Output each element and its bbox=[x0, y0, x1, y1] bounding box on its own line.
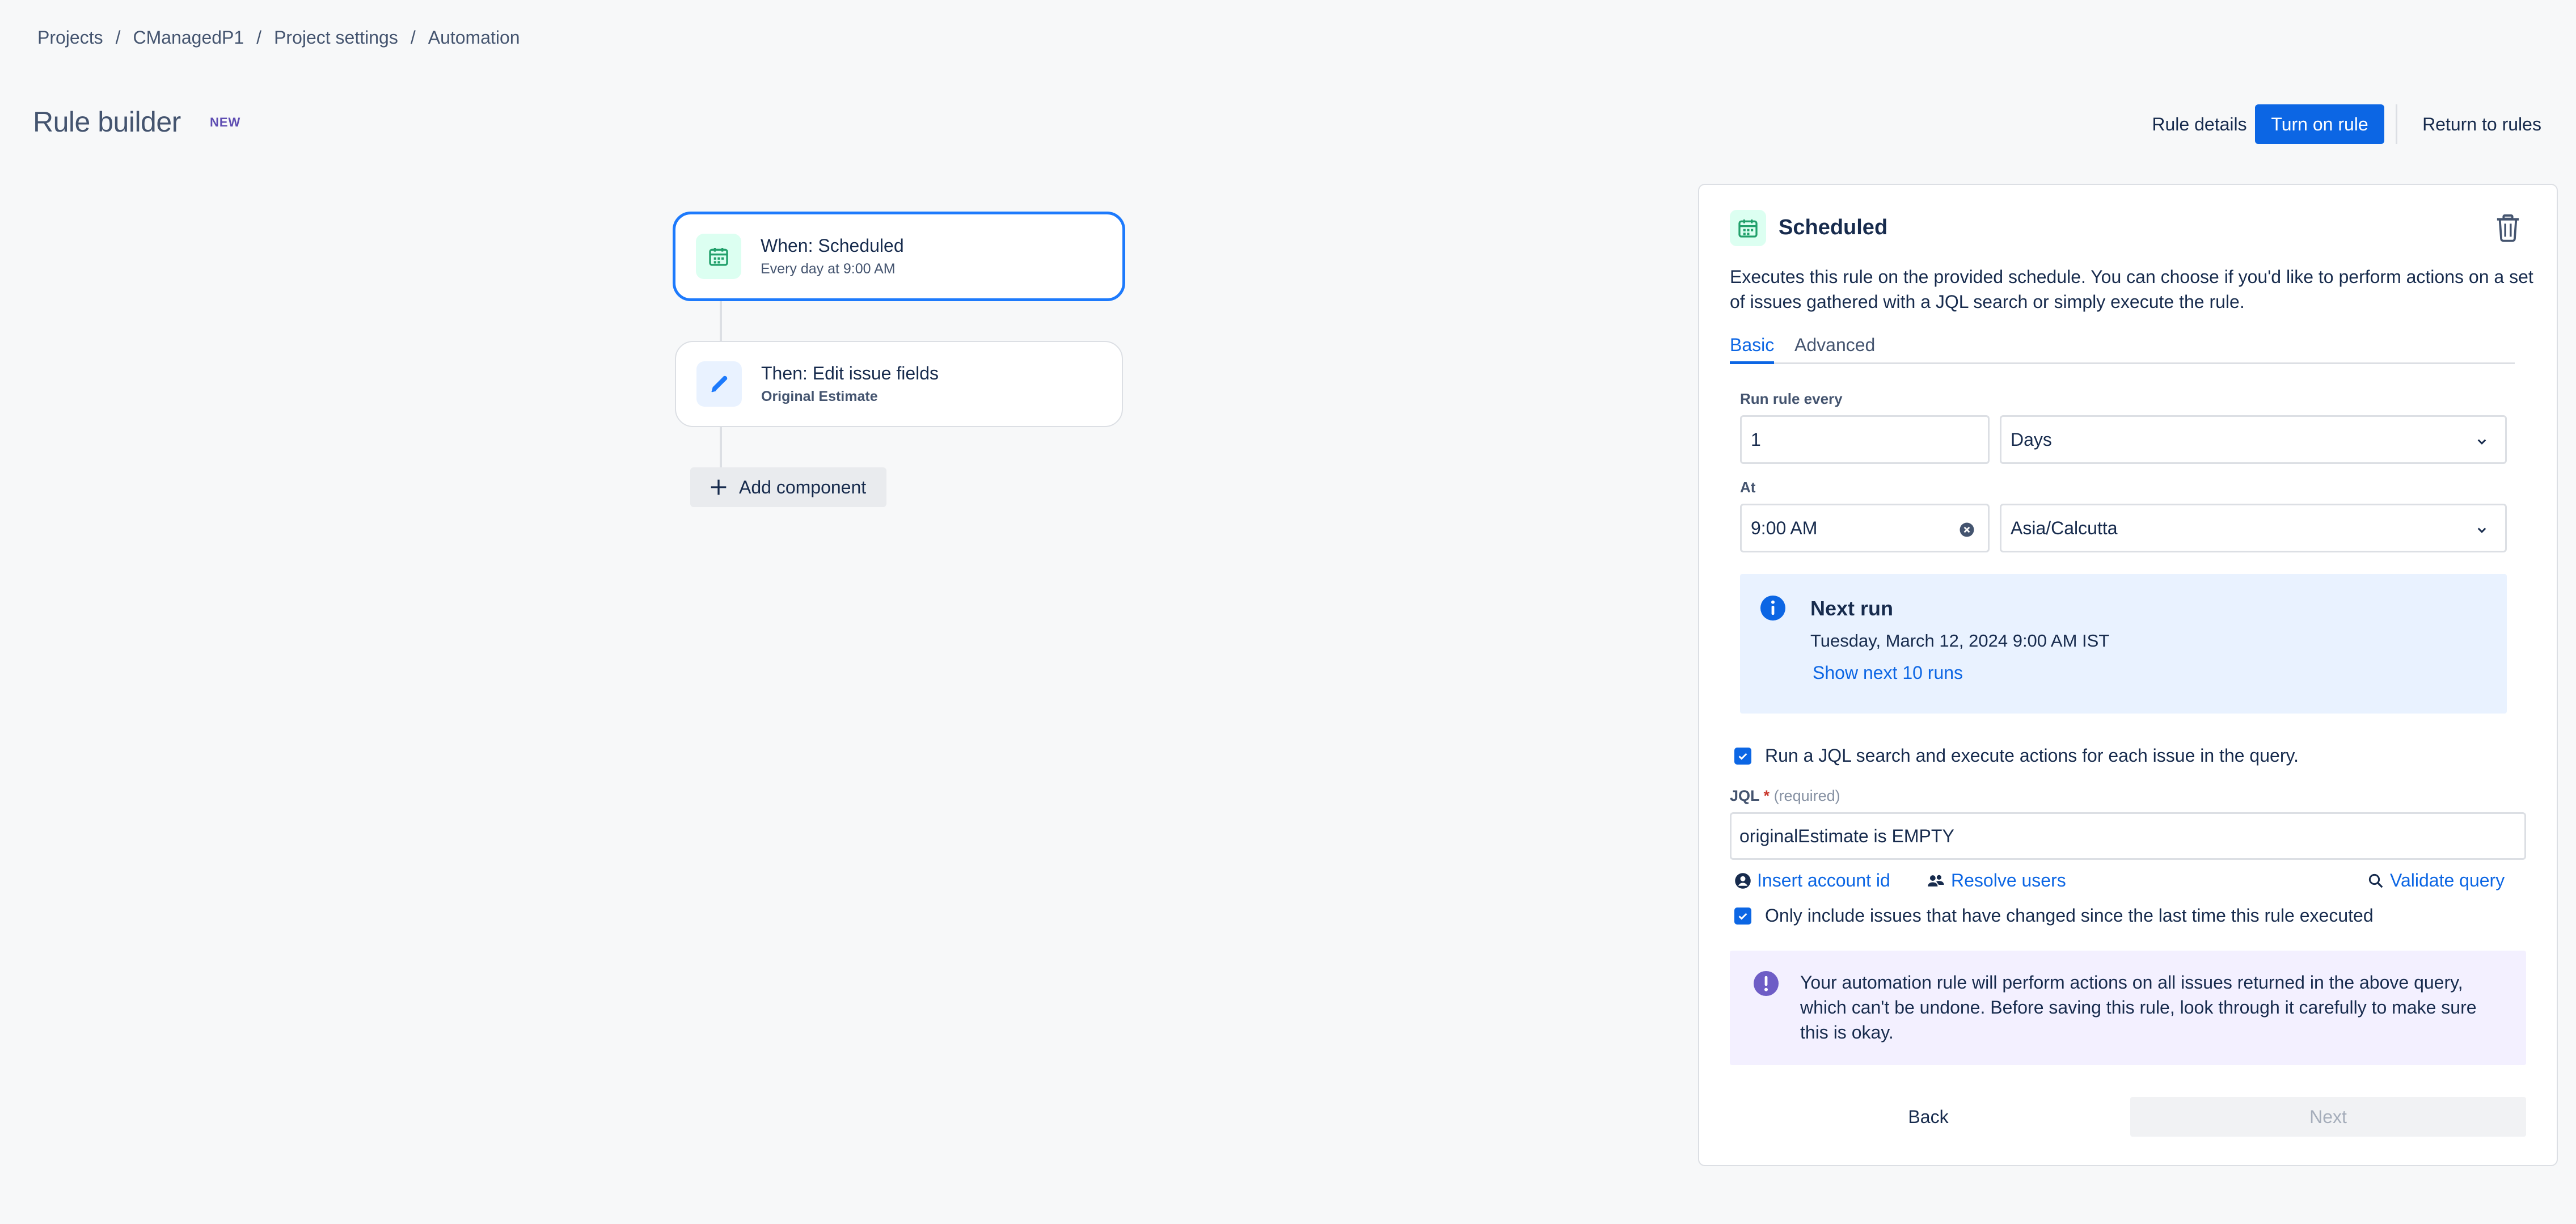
panel-tabs: Basic Advanced bbox=[1730, 335, 2515, 364]
header-divider bbox=[2396, 104, 2397, 144]
user-avatar-icon bbox=[1735, 872, 1751, 889]
action-node-edit-issue[interactable]: Then: Edit issue fields Original Estimat… bbox=[675, 341, 1123, 427]
breadcrumb-project[interactable]: CManagedP1 bbox=[133, 27, 244, 48]
jql-label-text: JQL bbox=[1730, 787, 1760, 804]
add-component-button[interactable]: Add component bbox=[690, 467, 886, 507]
flow-connector bbox=[720, 427, 722, 467]
changed-issues-checkbox-row: Only include issues that have changed si… bbox=[1734, 905, 2374, 926]
validate-query-label: Validate query bbox=[2390, 870, 2505, 890]
validate-query-link[interactable]: Validate query bbox=[2367, 870, 2505, 891]
run-every-unit-select[interactable]: Days bbox=[2000, 415, 2507, 464]
jql-value: originalEstimate is EMPTY bbox=[1739, 825, 1954, 846]
run-every-label: Run rule every bbox=[1740, 390, 1843, 407]
breadcrumb-projects[interactable]: Projects bbox=[37, 27, 103, 48]
panel-description: Executes this rule on the provided sched… bbox=[1730, 267, 2533, 312]
jql-input[interactable]: originalEstimate is EMPTY bbox=[1730, 812, 2526, 860]
info-icon bbox=[1759, 594, 1787, 624]
flow-connector bbox=[720, 301, 722, 341]
timezone-select[interactable]: Asia/Calcutta bbox=[2000, 504, 2507, 552]
time-input[interactable]: 9:00 AM bbox=[1740, 504, 1990, 552]
run-every-input[interactable]: 1 bbox=[1740, 415, 1990, 464]
trigger-node-scheduled[interactable]: When: Scheduled Every day at 9:00 AM bbox=[673, 212, 1125, 301]
next-button[interactable]: Next bbox=[2130, 1097, 2526, 1137]
turn-on-rule-button[interactable]: Turn on rule bbox=[2255, 104, 2384, 144]
plus-icon bbox=[707, 476, 730, 499]
jql-search-checkbox[interactable] bbox=[1734, 747, 1751, 765]
changed-issues-checkbox[interactable] bbox=[1734, 907, 1751, 925]
insert-account-id-label: Insert account id bbox=[1757, 870, 1890, 890]
back-button[interactable]: Back bbox=[1730, 1097, 2127, 1137]
run-every-value: 1 bbox=[1751, 429, 1761, 450]
pencil-icon bbox=[696, 361, 742, 407]
resolve-users-label: Resolve users bbox=[1951, 870, 2066, 890]
next-run-date: Tuesday, March 12, 2024 9:00 AM IST bbox=[1810, 631, 2110, 651]
breadcrumb-project-settings[interactable]: Project settings bbox=[274, 27, 398, 48]
next-run-title: Next run bbox=[1810, 597, 1894, 620]
show-next-runs-link[interactable]: Show next 10 runs bbox=[1813, 662, 1963, 683]
page-title: Rule builder bbox=[33, 106, 181, 138]
people-icon bbox=[1928, 875, 1944, 887]
breadcrumb-automation[interactable]: Automation bbox=[428, 27, 520, 48]
required-mark: * bbox=[1763, 787, 1770, 804]
tab-advanced[interactable]: Advanced bbox=[1794, 335, 1875, 364]
run-every-unit-value: Days bbox=[2011, 429, 2052, 450]
return-to-rules-button[interactable]: Return to rules bbox=[2408, 104, 2556, 144]
breadcrumb-separator: / bbox=[115, 27, 121, 48]
trigger-subtitle: Every day at 9:00 AM bbox=[761, 261, 896, 277]
panel-title: Scheduled bbox=[1779, 216, 1888, 239]
timezone-value: Asia/Calcutta bbox=[2011, 517, 2118, 538]
jql-search-checkbox-row: Run a JQL search and execute actions for… bbox=[1734, 745, 2299, 766]
changed-issues-checkbox-label: Only include issues that have changed si… bbox=[1765, 905, 2374, 926]
resolve-users-link[interactable]: Resolve users bbox=[1927, 870, 2066, 891]
trash-icon[interactable] bbox=[2491, 210, 2525, 246]
clear-icon[interactable] bbox=[1958, 521, 1975, 543]
warning-message: Your automation rule will perform action… bbox=[1730, 951, 2526, 1065]
jql-label: JQL * (required) bbox=[1730, 787, 1840, 805]
warning-text: Your automation rule will perform action… bbox=[1800, 972, 2477, 1042]
add-component-label: Add component bbox=[739, 476, 867, 497]
breadcrumb-separator: / bbox=[256, 27, 262, 48]
insert-account-id-link[interactable]: Insert account id bbox=[1734, 870, 1890, 891]
at-label: At bbox=[1740, 479, 1756, 496]
tab-basic[interactable]: Basic bbox=[1730, 335, 1775, 364]
required-text: (required) bbox=[1773, 787, 1840, 804]
new-badge: NEW bbox=[210, 115, 241, 129]
action-title: Then: Edit issue fields bbox=[761, 363, 939, 383]
chevron-down-icon bbox=[2473, 521, 2490, 543]
trigger-title: When: Scheduled bbox=[761, 235, 904, 256]
breadcrumb: Projects / CManagedP1 / Project settings… bbox=[37, 27, 520, 48]
action-subtitle: Original Estimate bbox=[761, 389, 878, 404]
calendar-icon bbox=[1730, 210, 1766, 246]
component-config-panel: Scheduled Executes this rule on the prov… bbox=[1698, 184, 2558, 1166]
rule-details-button[interactable]: Rule details bbox=[2121, 104, 2278, 144]
time-value: 9:00 AM bbox=[1751, 517, 1818, 538]
jql-search-checkbox-label: Run a JQL search and execute actions for… bbox=[1765, 745, 2299, 766]
exclamation-icon bbox=[1752, 970, 1780, 1000]
search-icon bbox=[2368, 873, 2383, 888]
calendar-icon bbox=[696, 234, 741, 279]
breadcrumb-separator: / bbox=[410, 27, 416, 48]
chevron-down-icon bbox=[2473, 433, 2490, 454]
next-run-info: Next run Tuesday, March 12, 2024 9:00 AM… bbox=[1740, 574, 2507, 714]
